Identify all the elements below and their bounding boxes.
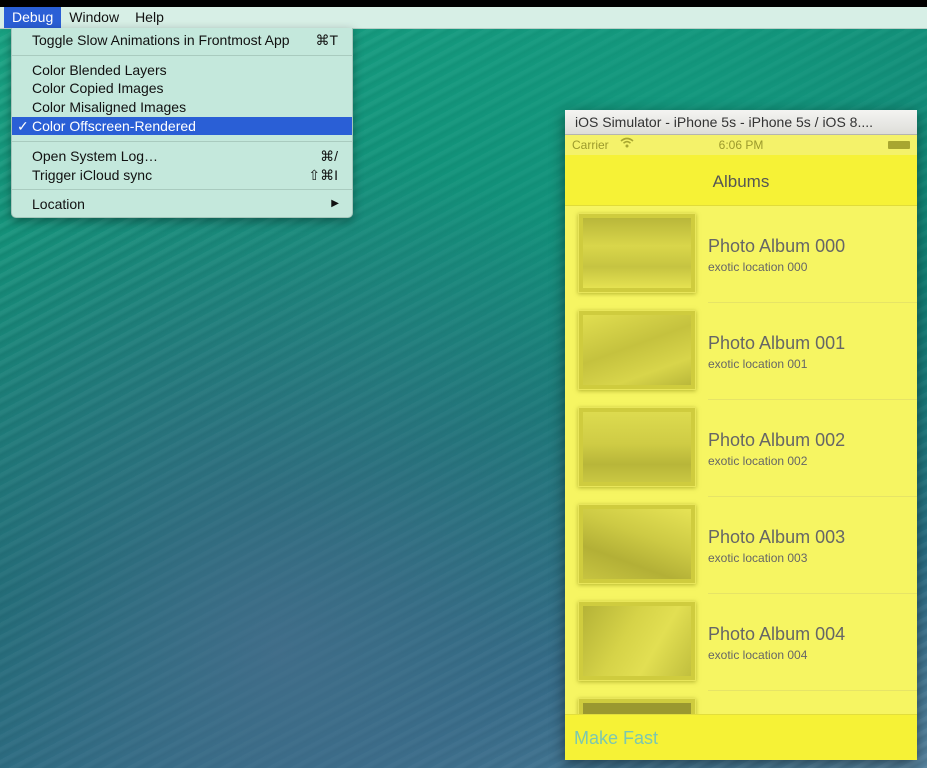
album-thumbnail — [578, 310, 696, 390]
photo-van-people — [583, 315, 691, 385]
photo-canoe — [583, 509, 691, 579]
album-title: Photo Album 002 — [708, 430, 846, 450]
menu-bar: Debug Window Help — [0, 7, 927, 29]
menu-item-color-copied-images[interactable]: Color Copied Images — [12, 79, 352, 97]
screen-top-edge — [0, 0, 927, 7]
debug-menu-dropdown: Toggle Slow Animations in Frontmost App … — [11, 28, 353, 218]
album-title: Photo Album 001 — [708, 333, 846, 353]
menu-item-open-system-log[interactable]: Open System Log… ⌘/ — [12, 147, 352, 165]
submenu-arrow-icon: ▶ — [331, 198, 339, 209]
menu-item-label: Location — [32, 196, 85, 212]
menu-item-shortcut: ⇧⌘I — [308, 167, 338, 183]
menu-item-shortcut: ⌘/ — [320, 148, 338, 164]
status-bar: Carrier 6:06 PM — [565, 135, 917, 155]
navigation-bar: Albums — [565, 155, 917, 206]
menu-item-label: Color Misaligned Images — [32, 99, 187, 115]
photo-group-outdoors — [583, 412, 691, 482]
menu-item-shortcut: ⌘T — [315, 32, 338, 48]
album-row[interactable]: Photo Album 001 exotic location 001 — [565, 303, 917, 400]
album-row-partial[interactable] — [565, 691, 917, 716]
device-screen: Carrier 6:06 PM Albums Photo Album 000 e… — [565, 135, 917, 760]
menu-separator — [12, 141, 352, 142]
album-row[interactable]: Photo Album 002 exotic location 002 — [565, 400, 917, 497]
ios-simulator-window: iOS Simulator - iPhone 5s - iPhone 5s / … — [565, 110, 917, 760]
album-row[interactable]: Photo Album 004 exotic location 004 — [565, 594, 917, 691]
bottom-toolbar: Make Fast — [565, 714, 917, 760]
nav-title: Albums — [712, 172, 770, 191]
simulator-title: iOS Simulator - iPhone 5s - iPhone 5s / … — [575, 114, 874, 130]
photo-beach-people — [583, 218, 691, 288]
album-thumbnail — [578, 504, 696, 584]
menu-item-label: Color Blended Layers — [32, 62, 167, 78]
menu-item-trigger-icloud-sync[interactable]: Trigger iCloud sync ⇧⌘I — [12, 166, 352, 184]
album-title: Photo Album 004 — [708, 624, 846, 644]
album-subtitle: exotic location 004 — [708, 648, 808, 662]
menu-item-label: Trigger iCloud sync — [32, 167, 153, 183]
album-subtitle: exotic location 000 — [708, 260, 808, 274]
album-subtitle: exotic location 003 — [708, 551, 808, 565]
album-subtitle: exotic location 002 — [708, 454, 808, 468]
album-thumbnail — [578, 601, 696, 681]
simulator-title-bar[interactable]: iOS Simulator - iPhone 5s - iPhone 5s / … — [565, 110, 917, 135]
menu-debug[interactable]: Debug — [4, 7, 62, 28]
album-row[interactable]: Photo Album 000 exotic location 000 — [565, 206, 917, 303]
album-thumbnail — [578, 213, 696, 293]
album-row[interactable]: Photo Album 003 exotic location 003 — [565, 497, 917, 594]
photo-couple-selfie — [583, 606, 691, 676]
album-title: Photo Album 003 — [708, 527, 846, 547]
checkmark-icon: ✓ — [17, 118, 29, 134]
album-subtitle: exotic location 001 — [708, 357, 808, 371]
menu-window[interactable]: Window — [61, 7, 127, 28]
menu-separator — [12, 189, 352, 190]
battery-icon — [888, 141, 910, 149]
menu-item-location[interactable]: Location ▶ — [12, 195, 352, 213]
menu-item-label: Toggle Slow Animations in Frontmost App — [32, 32, 290, 48]
menu-item-toggle-slow-animations[interactable]: Toggle Slow Animations in Frontmost App … — [12, 31, 352, 49]
menu-item-label: Open System Log… — [32, 148, 159, 164]
status-time: 6:06 PM — [718, 138, 764, 152]
menu-item-label: Color Offscreen-Rendered — [32, 118, 196, 134]
album-title: Photo Album 000 — [708, 236, 846, 256]
album-thumbnail — [578, 407, 696, 487]
make-fast-button[interactable]: Make Fast — [574, 728, 658, 749]
menu-item-color-blended-layers[interactable]: Color Blended Layers — [12, 61, 352, 79]
menu-item-color-offscreen-rendered[interactable]: ✓ Color Offscreen-Rendered — [12, 117, 352, 135]
menu-separator — [12, 55, 352, 56]
menu-item-color-misaligned-images[interactable]: Color Misaligned Images — [12, 98, 352, 116]
menu-help[interactable]: Help — [127, 7, 172, 28]
menu-item-label: Color Copied Images — [32, 80, 164, 96]
album-table-view[interactable]: Photo Album 000 exotic location 000 Phot… — [565, 206, 917, 716]
